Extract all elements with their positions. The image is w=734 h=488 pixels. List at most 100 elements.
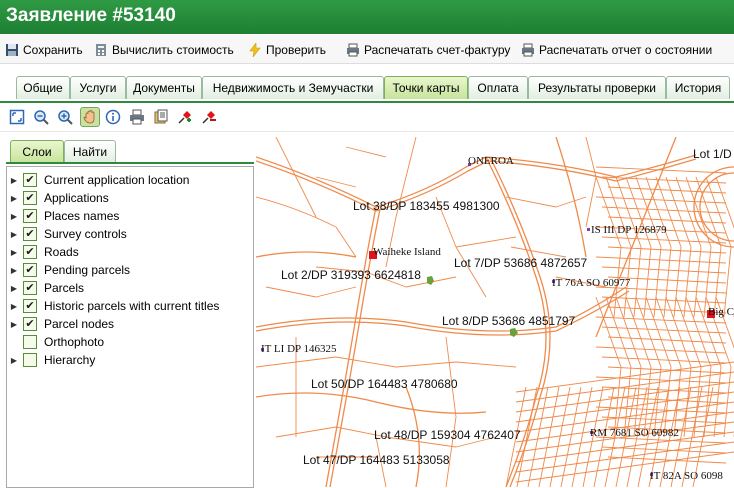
- calculate-cost-label: Вычислить стоимость: [112, 43, 234, 57]
- calculate-cost-button[interactable]: Вычислить стоимость: [94, 41, 234, 59]
- map-label: Waiheke Island: [373, 246, 441, 258]
- tab-property-and-land[interactable]: Недвижимость и Земучастки: [202, 76, 384, 99]
- zoom-out-button[interactable]: [32, 108, 50, 126]
- layer-item[interactable]: ▶ ✔ Historic parcels with current titles: [7, 297, 251, 315]
- expand-arrow-icon[interactable]: ▶: [7, 356, 21, 365]
- tab-layers[interactable]: Слои: [10, 140, 64, 163]
- map-label: Big C: [708, 306, 734, 318]
- layers-icon: [154, 109, 168, 124]
- fit-extent-button[interactable]: [8, 108, 26, 126]
- map-label: Lot 48/DP 159304 4762407: [374, 428, 521, 442]
- layer-label: Pending parcels: [44, 263, 131, 277]
- layer-item[interactable]: ▶ ✔ Current application location: [7, 171, 251, 189]
- zoom-in-icon: [58, 110, 73, 125]
- layer-label: Current application location: [44, 173, 190, 187]
- verify-label: Проверить: [266, 43, 327, 57]
- layer-label: Orthophoto: [44, 335, 105, 349]
- expand-arrow-icon[interactable]: ▶: [7, 302, 21, 311]
- layer-item[interactable]: Orthophoto: [7, 333, 251, 351]
- printer-icon: [522, 43, 534, 57]
- layer-checkbox[interactable]: ✔: [23, 281, 37, 295]
- tab-map-points[interactable]: Точки карты: [384, 76, 468, 99]
- panel-tabs-underline: [6, 162, 254, 164]
- lightning-icon: [249, 43, 261, 57]
- add-point-button[interactable]: [176, 108, 194, 126]
- info-icon: [105, 109, 121, 125]
- pan-hand-icon: [83, 110, 95, 124]
- title-bar: Заявление #53140: [0, 0, 734, 34]
- tab-documents[interactable]: Документы: [126, 76, 202, 99]
- layer-item[interactable]: ▶ Hierarchy: [7, 351, 251, 369]
- layer-checkbox[interactable]: ✔: [23, 227, 37, 241]
- map-label: Lot 8/DP 53686 4851797: [442, 314, 576, 328]
- layer-checkbox[interactable]: ✔: [23, 317, 37, 331]
- zoom-out-icon: [34, 110, 49, 125]
- layer-checkbox[interactable]: ✔: [23, 299, 37, 313]
- layer-label: Roads: [44, 245, 79, 259]
- layer-label: Survey controls: [44, 227, 127, 241]
- layers-button[interactable]: [152, 108, 170, 126]
- save-icon: [6, 44, 18, 56]
- expand-arrow-icon[interactable]: ▶: [7, 284, 21, 293]
- action-toolbar: Сохранить Вычислить стоимость Проверить …: [0, 35, 734, 64]
- expand-arrow-icon[interactable]: ▶: [7, 212, 21, 221]
- pan-button[interactable]: [80, 107, 100, 127]
- layer-list: ▶ ✔ Current application location ▶ ✔ Applicat…: [6, 166, 254, 488]
- print-status-report-label: Распечатать отчет о состоянии: [539, 43, 713, 57]
- print-map-button[interactable]: [128, 108, 146, 126]
- expand-arrow-icon[interactable]: ▶: [7, 266, 21, 275]
- layer-checkbox[interactable]: ✔: [23, 263, 37, 277]
- verify-button[interactable]: Проверить: [248, 41, 326, 59]
- fit-extent-icon: [9, 109, 25, 125]
- map-label: Lot 38/DP 183455 4981300: [353, 199, 500, 213]
- remove-point-icon: [202, 111, 216, 124]
- print-invoice-button[interactable]: Распечатать счет-фактуру: [346, 41, 510, 59]
- layer-checkbox[interactable]: [23, 353, 37, 367]
- map-label: IT LI DP 146325: [261, 343, 337, 355]
- tab-check-results[interactable]: Результаты проверки: [528, 76, 666, 99]
- green-marker[interactable]: [510, 328, 518, 337]
- green-marker[interactable]: [427, 276, 434, 285]
- layer-label: Parcel nodes: [44, 317, 115, 331]
- tab-services[interactable]: Услуги: [70, 76, 126, 99]
- layer-item[interactable]: ▶ ✔ Survey controls: [7, 225, 251, 243]
- layer-label: Hierarchy: [44, 353, 96, 367]
- main-tabs: Общие Услуги Документы Недвижимость и Зе…: [0, 72, 734, 104]
- layer-item[interactable]: ▶ ✔ Parcels: [7, 279, 251, 297]
- map-view[interactable]: ONEROA Lot 1/D Lot 38/DP 183455 4981300 IS …: [256, 137, 734, 487]
- layer-item[interactable]: ▶ ✔ Applications: [7, 189, 251, 207]
- save-button[interactable]: Сохранить: [5, 41, 83, 59]
- expand-arrow-icon[interactable]: ▶: [7, 230, 21, 239]
- print-status-report-button[interactable]: Распечатать отчет о состоянии: [521, 41, 712, 59]
- tab-find[interactable]: Найти: [64, 140, 116, 163]
- layer-checkbox[interactable]: ✔: [23, 209, 37, 223]
- expand-arrow-icon[interactable]: ▶: [7, 320, 21, 329]
- map-label: Lot 7/DP 53686 4872657: [454, 256, 588, 270]
- tab-history[interactable]: История: [666, 76, 730, 99]
- print-invoice-label: Распечатать счет-фактуру: [364, 43, 511, 57]
- layer-checkbox[interactable]: ✔: [23, 245, 37, 259]
- info-button[interactable]: [104, 108, 122, 126]
- layer-checkbox[interactable]: ✔: [23, 191, 37, 205]
- expand-arrow-icon[interactable]: ▶: [7, 248, 21, 257]
- layer-label: Places names: [44, 209, 120, 223]
- tab-payment[interactable]: Оплата: [468, 76, 528, 99]
- map-label: IT 76A SO 60977: [552, 277, 631, 289]
- layer-label: Parcels: [44, 281, 85, 295]
- map-label: Lot 50/DP 164483 4780680: [311, 377, 458, 391]
- layer-item[interactable]: ▶ ✔ Pending parcels: [7, 261, 251, 279]
- layer-item[interactable]: ▶ ✔ Parcel nodes: [7, 315, 251, 333]
- expand-arrow-icon[interactable]: ▶: [7, 194, 21, 203]
- expand-arrow-icon[interactable]: ▶: [7, 176, 21, 185]
- layers-panel: Слои Найти ▶ ✔ Current application locatio…: [6, 137, 254, 488]
- layer-item[interactable]: ▶ ✔ Roads: [7, 243, 251, 261]
- zoom-in-button[interactable]: [56, 108, 74, 126]
- layer-item[interactable]: ▶ ✔ Places names: [7, 207, 251, 225]
- remove-point-button[interactable]: [200, 108, 218, 126]
- layer-checkbox[interactable]: ✔: [23, 173, 37, 187]
- add-point-icon: [178, 111, 191, 124]
- layer-checkbox[interactable]: [23, 335, 37, 349]
- printer-icon: [347, 43, 359, 57]
- map-label: RM 7681 SO 60982: [590, 427, 679, 439]
- tab-general[interactable]: Общие: [16, 76, 70, 99]
